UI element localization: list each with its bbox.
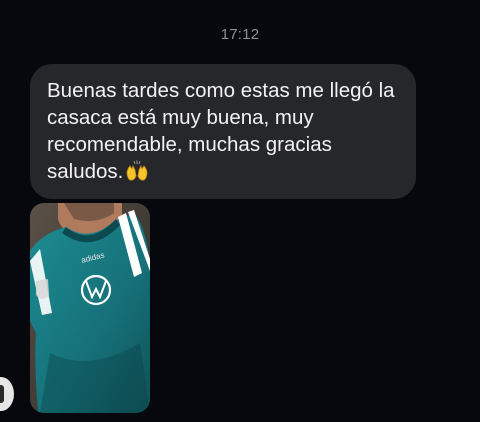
chat-screen: 17:12 Buenas tardes como estas me llegó … — [0, 0, 480, 422]
jersey-photo[interactable]: adidas — [30, 203, 150, 413]
incoming-message-bubble[interactable]: Buenas tardes como estas me llegó la cas… — [30, 64, 416, 199]
raising-hands-icon — [125, 160, 149, 182]
message-timestamp: 17:12 — [220, 26, 260, 43]
message-text: Buenas tardes como estas me llegó la cas… — [47, 79, 395, 183]
sender-avatar[interactable] — [0, 377, 14, 411]
